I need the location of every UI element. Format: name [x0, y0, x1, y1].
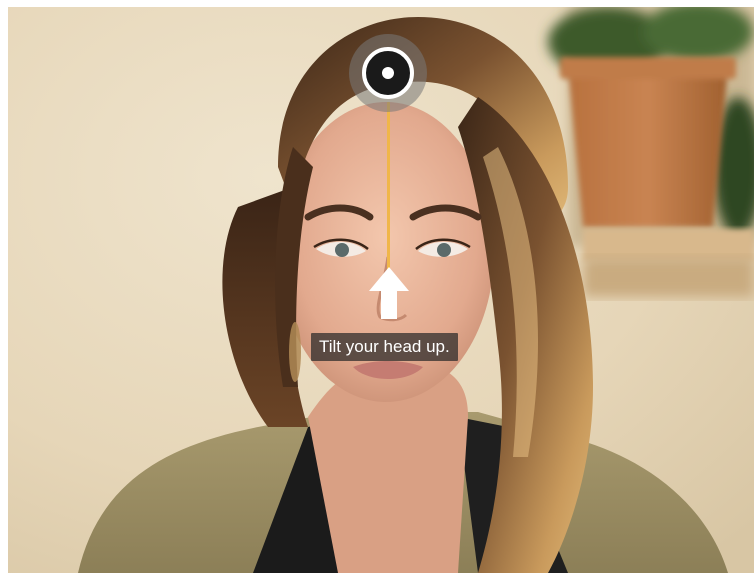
- target-ring: [362, 47, 414, 99]
- target-icon: [349, 34, 427, 112]
- camera-viewfinder: Tilt your head up.: [8, 7, 754, 573]
- alignment-guide-line: [387, 102, 390, 282]
- target-dot: [382, 67, 394, 79]
- arrow-up-icon: [369, 267, 409, 319]
- instruction-hint: Tilt your head up.: [311, 333, 458, 361]
